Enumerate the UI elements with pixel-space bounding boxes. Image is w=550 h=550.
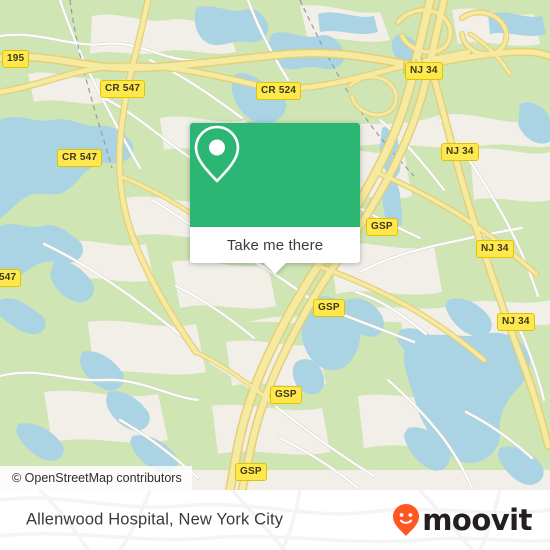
road-shield-label: NJ 34 (410, 65, 438, 76)
road-shield[interactable]: NJ 34 (476, 240, 514, 258)
road-shield-label: GSP (318, 302, 340, 313)
road-shield-label: NJ 34 (446, 146, 474, 157)
road-shield-label: CR 547 (62, 152, 98, 163)
road-shield[interactable]: 195 (2, 50, 30, 68)
road-shield-label: 195 (7, 53, 25, 64)
road-shield-label: 547 (0, 272, 17, 283)
road-shield[interactable]: CR 524 (256, 82, 302, 100)
map-pin-icon (194, 125, 240, 183)
road-shield-label: GSP (240, 466, 262, 477)
map-canvas[interactable]: 195 CR 547 CR 524 NJ 34 CR 547 NJ 34 GSP… (0, 0, 550, 490)
road-shield-label: CR 524 (261, 85, 297, 96)
footer-bar: Allenwood Hospital, New York City moovit (0, 490, 550, 550)
road-shield-label: NJ 34 (481, 243, 509, 254)
take-me-there-label: Take me there (226, 236, 324, 254)
road-shield-label: GSP (275, 389, 297, 400)
road-shield[interactable]: NJ 34 (441, 143, 479, 161)
screenshot-root: 195 CR 547 CR 524 NJ 34 CR 547 NJ 34 GSP… (0, 0, 550, 550)
moovit-logo[interactable]: moovit (391, 503, 532, 537)
destination-popup[interactable]: Take me there (190, 123, 360, 274)
place-title: Allenwood Hospital, New York City (26, 510, 284, 529)
road-shield[interactable]: GSP (366, 218, 398, 236)
road-shield[interactable]: CR 547 (100, 80, 146, 98)
moovit-wordmark: moovit (422, 503, 532, 537)
road-shield-label: GSP (371, 221, 393, 232)
road-shield-label: NJ 34 (502, 316, 530, 327)
take-me-there-button[interactable]: Take me there (190, 227, 360, 274)
road-shield[interactable]: GSP (270, 386, 302, 404)
road-shield[interactable]: GSP (235, 463, 267, 481)
osm-attribution[interactable]: © OpenStreetMap contributors (0, 466, 192, 490)
osm-attribution-text: © OpenStreetMap contributors (12, 471, 182, 485)
road-shield-label: CR 547 (105, 83, 141, 94)
popup-image-area (190, 123, 360, 227)
popup-pointer-tail (264, 263, 286, 274)
road-shield[interactable]: GSP (313, 299, 345, 317)
road-shield[interactable]: NJ 34 (405, 62, 443, 80)
road-shield[interactable]: CR 547 (57, 149, 103, 167)
moovit-smiley-pin-icon (393, 504, 420, 536)
road-shield[interactable]: 547 (0, 269, 22, 287)
road-shield[interactable]: NJ 34 (497, 313, 535, 331)
